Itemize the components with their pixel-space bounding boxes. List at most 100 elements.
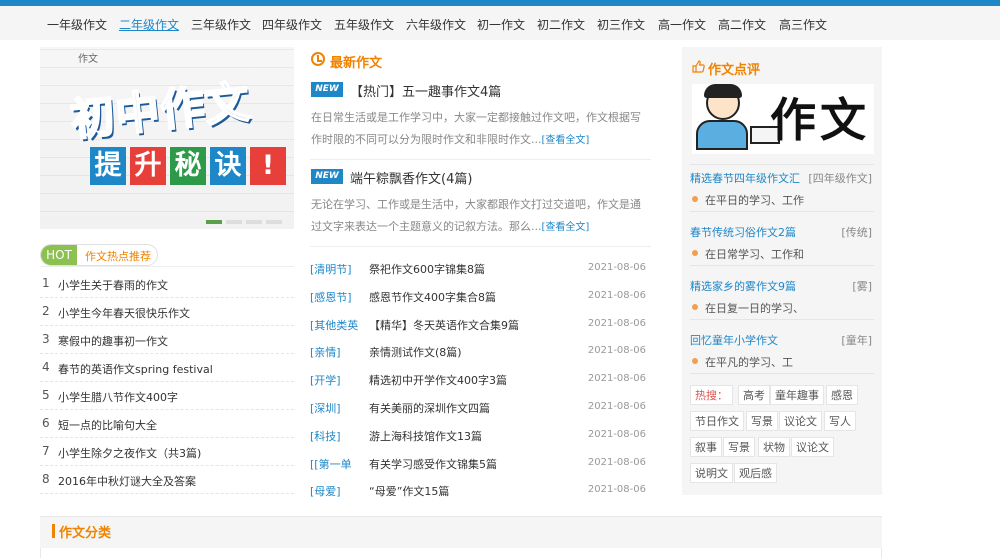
hot-item-title[interactable]: 2016年中秋灯谜大全及答案 <box>58 473 196 489</box>
hot-search-tag[interactable]: 节日作文 <box>690 411 744 431</box>
new-badge: NEW <box>311 169 343 184</box>
hot-list-item[interactable]: 4 春节的英语作文spring festival <box>40 354 294 382</box>
bullet-dot <box>692 250 698 256</box>
nav-tab[interactable]: 四年级作文 <box>262 16 322 33</box>
hot-list-item[interactable]: 8 2016年中秋灯谜大全及答案 <box>40 466 294 494</box>
hot-search-tag[interactable]: 写人 <box>824 411 856 431</box>
article-list-row: [亲情] 亲情测试作文(8篇) 2021-08-06 <box>310 338 651 366</box>
article-category-link[interactable]: [科技] <box>310 428 341 444</box>
review-item-summary: 在平日的学习、工作 <box>705 194 804 207</box>
review-item-tag[interactable]: [四年级作文] <box>808 170 872 186</box>
hot-item-title[interactable]: 小学生腊八节作文400字 <box>58 389 178 405</box>
category-marker <box>52 524 55 538</box>
article-category-link[interactable]: [亲情] <box>310 344 341 360</box>
article-list-row: [感恩节] 感恩节作文400字集合8篇 2021-08-06 <box>310 283 651 311</box>
review-item-tag[interactable]: [传统] <box>841 224 872 240</box>
review-item-link[interactable]: 春节传统习俗作文2篇 <box>690 224 796 240</box>
hot-item-title[interactable]: 短一点的比喻句大全 <box>58 417 157 433</box>
article-category-link[interactable]: [[第一单 <box>310 456 352 472</box>
banner-image[interactable]: 作文 初中作文 提 升 秘 诀 ! <box>40 47 294 229</box>
article-date: 2021-08-06 <box>587 484 646 496</box>
hot-item-title[interactable]: 寒假中的趣事初一作文 <box>58 333 168 349</box>
hot-search-tag[interactable]: 写景 <box>746 411 778 431</box>
nav-tab[interactable]: 高三作文 <box>779 16 827 33</box>
review-item-link[interactable]: 回忆童年小学作文 <box>690 332 778 348</box>
hot-item-number: 2 <box>42 304 50 318</box>
new-badge: NEW <box>311 82 343 97</box>
review-title: 作文点评 <box>708 63 761 78</box>
nav-tab[interactable]: 六年级作文 <box>406 16 466 33</box>
hot-list-item[interactable]: 5 小学生腊八节作文400字 <box>40 382 294 410</box>
review-item-link[interactable]: 精选春节四年级作文汇 <box>690 170 800 186</box>
hot-search-tag[interactable]: 议论文 <box>791 437 834 457</box>
hot-item-number: 4 <box>42 360 50 374</box>
nav-tab[interactable]: 初三作文 <box>597 16 645 33</box>
bullet-dot <box>692 304 698 310</box>
hot-item-title[interactable]: 小学生除夕之夜作文（共3篇) <box>58 445 201 461</box>
clock-icon <box>311 52 325 66</box>
hot-item-title[interactable]: 春节的英语作文spring festival <box>58 361 213 377</box>
article-category-link[interactable]: [母爱] <box>310 483 341 499</box>
nav-tab[interactable]: 高二作文 <box>718 16 766 33</box>
article-title-link[interactable]: 【热门】五一趣事作文4篇 <box>350 81 501 100</box>
article-list-row: [[第一单 有关学习感受作文锦集5篇 2021-08-06 <box>310 450 651 478</box>
carousel-dot[interactable] <box>266 220 282 224</box>
review-image-char: 作 <box>770 93 816 147</box>
hot-list-item[interactable]: 7 小学生除夕之夜作文（共3篇) <box>40 438 294 466</box>
article-link[interactable]: “母爱”作文15篇 <box>369 483 449 499</box>
hot-search-tag[interactable]: 高考 <box>738 385 770 405</box>
article-category-link[interactable]: [感恩节] <box>310 289 352 305</box>
article-link[interactable]: 感恩节作文400字集合8篇 <box>369 289 496 305</box>
hot-list-item[interactable]: 1 小学生关于春雨的作文 <box>40 270 294 298</box>
article-date: 2021-08-06 <box>587 456 646 468</box>
bullet-dot <box>692 358 698 364</box>
article-link[interactable]: 【精华】冬天英语作文合集9篇 <box>369 317 519 333</box>
article-list-row: [母爱] “母爱”作文15篇 2021-08-06 <box>310 477 651 505</box>
hot-search-tag[interactable]: 说明文 <box>690 463 733 483</box>
hot-item-number: 1 <box>42 276 50 290</box>
article-link[interactable]: 精选初中开学作文400字3篇 <box>369 372 507 388</box>
article-category-link[interactable]: [深圳] <box>310 400 341 416</box>
nav-tab[interactable]: 初一作文 <box>477 16 525 33</box>
carousel-dot[interactable] <box>206 220 222 224</box>
article-title-link[interactable]: 端午粽飘香作文(4篇) <box>350 168 472 187</box>
divider <box>690 211 874 212</box>
hot-list-item[interactable]: 2 小学生今年春天很快乐作文 <box>40 298 294 326</box>
review-item-summary: 在日复一日的学习、 <box>705 302 804 315</box>
review-image[interactable]: 作 文 <box>692 84 874 154</box>
hot-item-title[interactable]: 小学生今年春天很快乐作文 <box>58 305 190 321</box>
carousel-dot[interactable] <box>226 220 242 224</box>
article-category-link[interactable]: [清明节] <box>310 261 352 277</box>
nav-tab[interactable]: 五年级作文 <box>334 16 394 33</box>
hot-search-tag[interactable]: 感恩 <box>826 385 858 405</box>
review-item-link[interactable]: 精选家乡的雾作文9篇 <box>690 278 796 294</box>
nav-tab[interactable]: 初二作文 <box>537 16 585 33</box>
article-link[interactable]: 亲情测试作文(8篇) <box>369 344 462 360</box>
nav-tab[interactable]: 二年级作文 <box>119 16 179 33</box>
divider <box>40 266 294 267</box>
review-item-tag[interactable]: [童年] <box>841 332 872 348</box>
hot-item-number: 6 <box>42 416 50 430</box>
article-link[interactable]: 有关学习感受作文锦集5篇 <box>369 456 497 472</box>
hot-search-tag[interactable]: 观后感 <box>734 463 777 483</box>
carousel-dot[interactable] <box>246 220 262 224</box>
nav-tab[interactable]: 一年级作文 <box>47 16 107 33</box>
hot-search-tag[interactable]: 童年趣事 <box>770 385 824 405</box>
hot-list-item[interactable]: 6 短一点的比喻句大全 <box>40 410 294 438</box>
nav-tab[interactable]: 三年级作文 <box>191 16 251 33</box>
read-more-link[interactable]: [查看全文] <box>542 135 590 146</box>
article-link[interactable]: 祭祀作文600字锦集8篇 <box>369 261 485 277</box>
hot-search-tag[interactable]: 写景 <box>723 437 755 457</box>
read-more-link[interactable]: [查看全文] <box>542 222 590 233</box>
hot-search-tag[interactable]: 状物 <box>758 437 790 457</box>
hot-list-item[interactable]: 3 寒假中的趣事初一作文 <box>40 326 294 354</box>
hot-search-tag[interactable]: 议论文 <box>779 411 822 431</box>
article-link[interactable]: 有关美丽的深圳作文四篇 <box>369 400 490 416</box>
article-category-link[interactable]: [其他类英 <box>310 317 358 333</box>
article-link[interactable]: 游上海科技馆作文13篇 <box>369 428 482 444</box>
hot-item-title[interactable]: 小学生关于春雨的作文 <box>58 277 168 293</box>
hot-search-tag[interactable]: 叙事 <box>690 437 722 457</box>
article-category-link[interactable]: [开学] <box>310 372 341 388</box>
nav-tab[interactable]: 高一作文 <box>658 16 706 33</box>
review-item-tag[interactable]: [雾] <box>852 278 872 294</box>
